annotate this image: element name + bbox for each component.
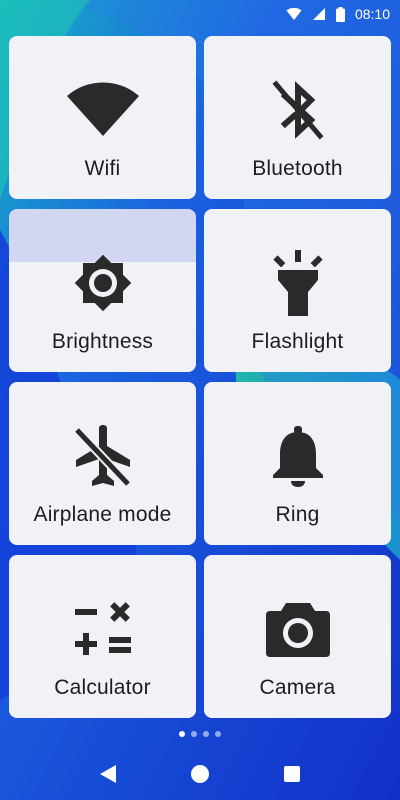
page-dot-1[interactable]: [179, 731, 185, 737]
quick-settings-grid: Wifi Bluetooth Brightness Flashlight Air…: [9, 36, 391, 718]
tile-label: Flashlight: [251, 330, 344, 353]
airplane-off-icon: [63, 416, 143, 496]
tile-label: Camera: [259, 676, 336, 699]
back-button[interactable]: [88, 754, 128, 794]
cell-signal-icon: [312, 7, 326, 21]
wifi-status-icon: [286, 7, 302, 21]
recents-button[interactable]: [272, 754, 312, 794]
back-icon: [100, 765, 116, 783]
tile-airplane-mode[interactable]: Airplane mode: [9, 382, 196, 545]
bell-icon: [258, 416, 338, 496]
page-dot-2[interactable]: [191, 731, 197, 737]
status-bar: 08:10: [0, 0, 400, 28]
tile-flashlight[interactable]: Flashlight: [204, 209, 391, 372]
bluetooth-off-icon: [258, 70, 338, 150]
tile-bluetooth[interactable]: Bluetooth: [204, 36, 391, 199]
tile-wifi[interactable]: Wifi: [9, 36, 196, 199]
brightness-icon: [63, 243, 143, 323]
tile-label: Ring: [275, 503, 320, 526]
wifi-icon: [63, 70, 143, 150]
flashlight-icon: [258, 243, 338, 323]
battery-icon: [335, 6, 345, 22]
tile-calculator[interactable]: Calculator: [9, 555, 196, 718]
recents-icon: [284, 766, 300, 782]
tile-label: Calculator: [54, 676, 151, 699]
tile-label: Brightness: [51, 330, 154, 353]
camera-icon: [258, 589, 338, 669]
tile-label: Wifi: [84, 157, 121, 180]
page-dot-3[interactable]: [203, 731, 209, 737]
home-button[interactable]: [180, 754, 220, 794]
clock: 08:10: [354, 6, 390, 22]
home-icon: [191, 765, 209, 783]
page-indicator: [0, 731, 400, 737]
page-dot-4[interactable]: [215, 731, 221, 737]
tile-label: Airplane mode: [33, 503, 172, 526]
tile-camera[interactable]: Camera: [204, 555, 391, 718]
calculator-icon: [63, 589, 143, 669]
tile-brightness[interactable]: Brightness: [9, 209, 196, 372]
navigation-bar: [0, 748, 400, 800]
tile-ring[interactable]: Ring: [204, 382, 391, 545]
tile-label: Bluetooth: [252, 157, 343, 180]
